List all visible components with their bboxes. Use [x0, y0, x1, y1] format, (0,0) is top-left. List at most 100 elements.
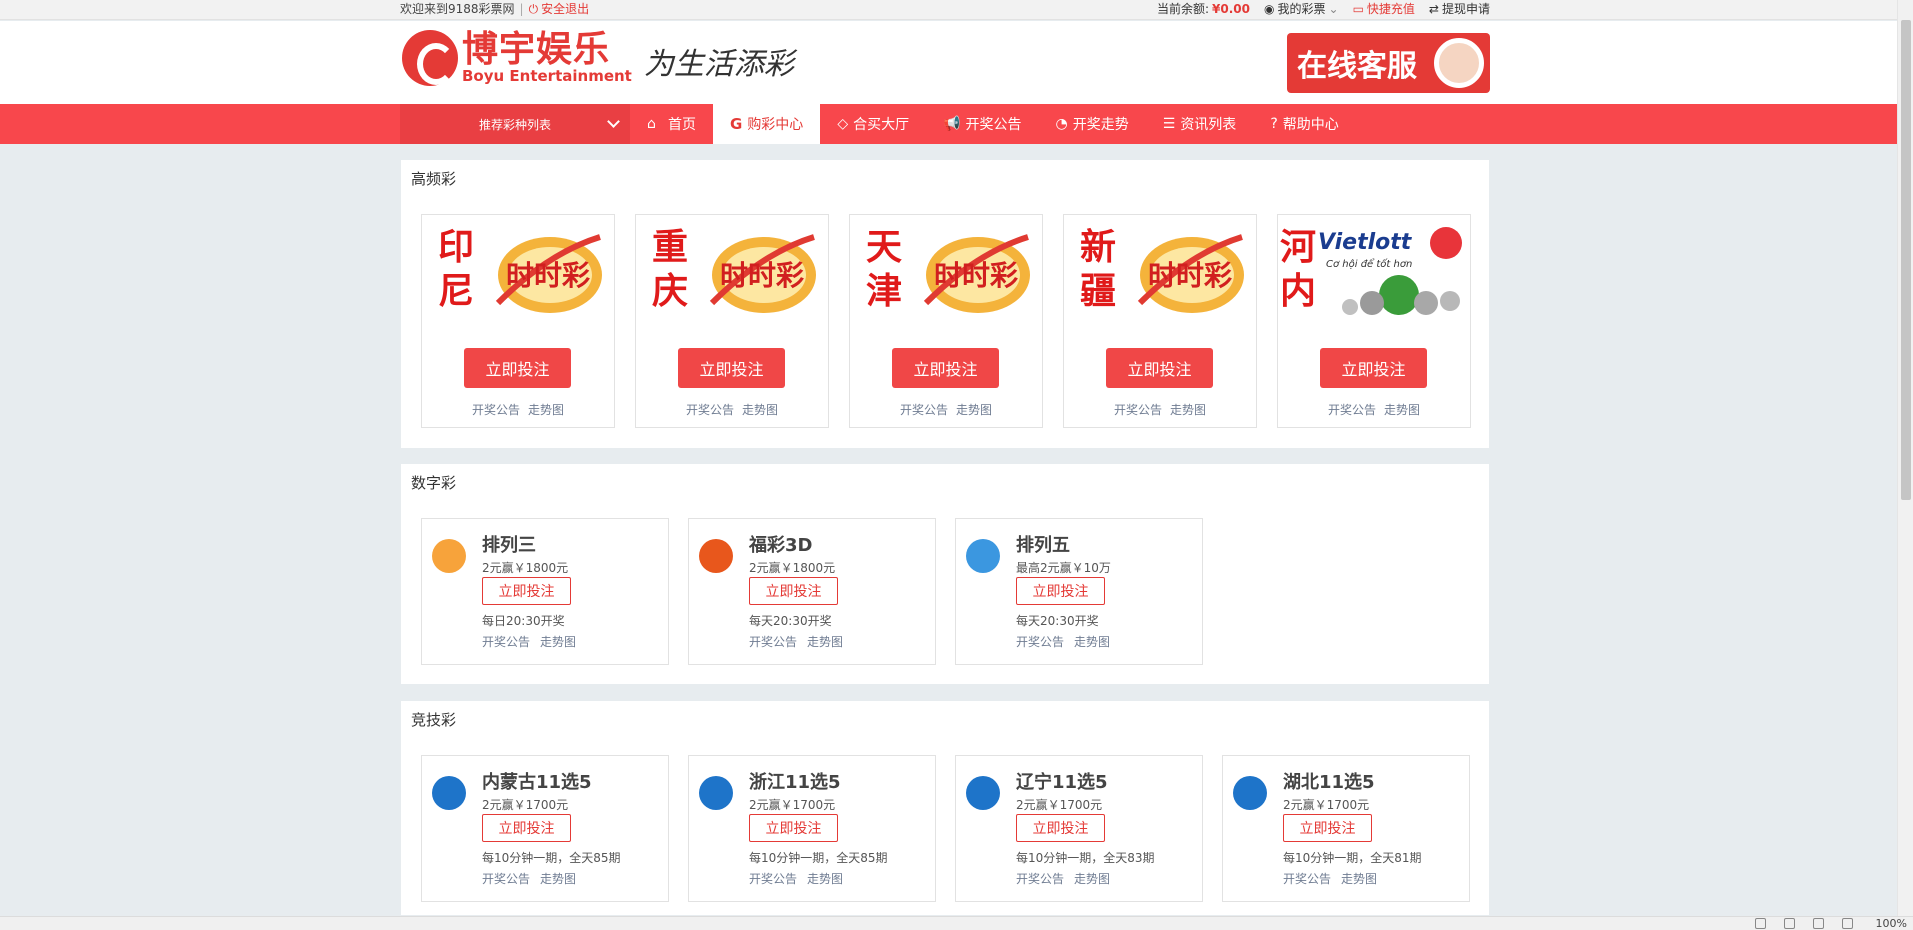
bet-now-button[interactable]: 立即投注 [678, 348, 785, 388]
trend-chart-link[interactable]: 走势图 [528, 403, 564, 417]
bet-now-button[interactable]: 立即投注 [1016, 577, 1105, 605]
draw-notice-link[interactable]: 开奖公告 [1328, 403, 1376, 417]
lottery-price: 2元赢￥1800元 [482, 561, 569, 575]
lottery-name: 重庆 [652, 226, 689, 312]
bet-now-button[interactable]: 立即投注 [892, 348, 999, 388]
speaker-icon[interactable] [1813, 918, 1824, 929]
svg-text:时时彩: 时时彩 [934, 259, 1018, 292]
draw-notice-link[interactable]: 开奖公告 [1016, 635, 1064, 649]
site-header: 博宇娱乐 Boyu Entertainment 为生活添彩 在线客服 [0, 21, 1897, 104]
zoom-level[interactable]: 100% [1876, 917, 1907, 930]
trend-chart-link[interactable]: 走势图 [540, 635, 576, 649]
draw-notice-link[interactable]: 开奖公告 [749, 635, 797, 649]
logout-link[interactable]: ⏻ 安全退出 [529, 0, 590, 19]
nav-draw-notice[interactable]: 📢 开奖公告 [926, 104, 1038, 144]
moon-icon[interactable] [1755, 918, 1766, 929]
site-logo[interactable]: 博宇娱乐 Boyu Entertainment 为生活添彩 [402, 30, 794, 86]
draw-notice-link[interactable]: 开奖公告 [482, 635, 530, 649]
ssc-logo-icon[interactable]: 时时彩 [702, 223, 820, 323]
pl5-logo-icon[interactable] [966, 539, 1000, 573]
lottery-title: 排列五 [1016, 535, 1070, 556]
vietlott-logo-icon[interactable]: Vietlott Cơ hội để tốt hơn [1314, 223, 1464, 323]
my-lottery-menu[interactable]: ◉ 我的彩票 ⌄ [1264, 0, 1339, 19]
trend-chart-link[interactable]: 走势图 [1074, 635, 1110, 649]
trend-chart-link[interactable]: 走势图 [807, 635, 843, 649]
chevron-down-icon: ⌄ [1328, 2, 1339, 16]
11x5-logo-icon[interactable] [966, 776, 1000, 810]
bet-now-button[interactable]: 立即投注 [749, 577, 838, 605]
bet-now-button[interactable]: 立即投注 [1016, 814, 1105, 842]
trend-chart-link[interactable]: 走势图 [540, 872, 576, 886]
lottery-name: 河内 [1280, 226, 1317, 312]
bet-now-button[interactable]: 立即投注 [1283, 814, 1372, 842]
ssc-logo-icon[interactable]: 时时彩 [916, 223, 1034, 323]
brand-name: 博宇娱乐 [462, 29, 611, 70]
online-service-button[interactable]: 在线客服 [1287, 33, 1490, 93]
lottery-price: 2元赢￥1700元 [1283, 798, 1370, 812]
nav-help[interactable]: ? 帮助中心 [1253, 104, 1355, 144]
11x5-logo-icon[interactable] [432, 776, 466, 810]
bet-now-button[interactable]: 立即投注 [1106, 348, 1213, 388]
lottery-title: 内蒙古11选5 [482, 772, 592, 793]
draw-notice-link[interactable]: 开奖公告 [482, 872, 530, 886]
diamond-icon: ◇ [837, 116, 849, 132]
bet-now-button[interactable]: 立即投注 [464, 348, 571, 388]
trend-chart-link[interactable]: 走势图 [1074, 872, 1110, 886]
draw-time: 每10分钟一期，全天83期 [1016, 851, 1155, 865]
svg-text:Cơ hội để tốt hơn: Cơ hội để tốt hơn [1326, 257, 1412, 270]
trend-chart-link[interactable]: 走势图 [1384, 403, 1420, 417]
recharge-link[interactable]: ▭ 快捷充值 [1353, 0, 1415, 19]
draw-notice-link[interactable]: 开奖公告 [1283, 872, 1331, 886]
lottery-card: 湖北11选5 2元赢￥1700元 立即投注 每10分钟一期，全天81期 开奖公告… [1222, 755, 1470, 902]
pl3-logo-icon[interactable] [432, 539, 466, 573]
11x5-logo-icon[interactable] [699, 776, 733, 810]
lottery-list-dropdown[interactable]: 推荐彩种列表 [400, 104, 630, 144]
bet-now-button[interactable]: 立即投注 [1320, 348, 1427, 388]
section-digital: 数字彩 排列三 2元赢￥1800元 立即投注 每日20:30开奖 开奖公告 走势图… [401, 464, 1489, 684]
nav-lottery-center[interactable]: G 购彩中心 [713, 104, 821, 144]
g-icon: G [730, 115, 743, 133]
lottery-card: 排列三 2元赢￥1800元 立即投注 每日20:30开奖 开奖公告 走势图 [421, 518, 669, 665]
trend-chart-link[interactable]: 走势图 [1170, 403, 1206, 417]
bet-now-button[interactable]: 立即投注 [482, 814, 571, 842]
balance: 当前余额: ¥0.00 [1157, 0, 1250, 19]
pie-chart-icon: ◔ [1055, 116, 1068, 132]
draw-notice-link[interactable]: 开奖公告 [686, 403, 734, 417]
lottery-title: 排列三 [482, 535, 536, 556]
browser-status-bar: 100% [0, 916, 1913, 930]
section-title: 高频彩 [411, 170, 457, 188]
lottery-card: 辽宁11选5 2元赢￥1700元 立即投注 每10分钟一期，全天83期 开奖公告… [955, 755, 1203, 902]
nav-home[interactable]: ⌂ 首页 [630, 104, 713, 144]
vertical-scrollbar[interactable] [1897, 0, 1913, 916]
withdraw-link[interactable]: ⇄ 提现申请 [1429, 0, 1490, 19]
11x5-logo-icon[interactable] [1233, 776, 1267, 810]
bet-now-button[interactable]: 立即投注 [482, 577, 571, 605]
bet-now-button[interactable]: 立即投注 [749, 814, 838, 842]
megaphone-icon: 📢 [943, 116, 961, 132]
nav-news[interactable]: ☰ 资讯列表 [1146, 104, 1254, 144]
draw-notice-link[interactable]: 开奖公告 [1114, 403, 1162, 417]
nav-group-buy[interactable]: ◇ 合买大厅 [820, 104, 926, 144]
trend-chart-link[interactable]: 走势图 [742, 403, 778, 417]
lottery-name: 天津 [866, 226, 903, 312]
draw-notice-link[interactable]: 开奖公告 [1016, 872, 1064, 886]
draw-notice-link[interactable]: 开奖公告 [900, 403, 948, 417]
lottery-price: 2元赢￥1700元 [749, 798, 836, 812]
nav-trend[interactable]: ◔ 开奖走势 [1039, 104, 1146, 144]
ssc-logo-icon[interactable]: 时时彩 [488, 223, 606, 323]
ssc-logo-icon[interactable]: 时时彩 [1130, 223, 1248, 323]
brand-name-en: Boyu Entertainment [462, 67, 632, 85]
slogan: 为生活添彩 [643, 47, 794, 82]
trend-chart-link[interactable]: 走势图 [956, 403, 992, 417]
fc3d-logo-icon[interactable] [699, 539, 733, 573]
draw-notice-link[interactable]: 开奖公告 [749, 872, 797, 886]
scrollbar-thumb[interactable] [1901, 20, 1911, 500]
draw-notice-link[interactable]: 开奖公告 [472, 403, 520, 417]
lottery-card: 浙江11选5 2元赢￥1700元 立即投注 每10分钟一期，全天85期 开奖公告… [688, 755, 936, 902]
zoom-in-icon[interactable] [1842, 918, 1853, 929]
print-icon[interactable] [1784, 918, 1795, 929]
trend-chart-link[interactable]: 走势图 [1341, 872, 1377, 886]
service-avatar-icon [1434, 38, 1484, 88]
trend-chart-link[interactable]: 走势图 [807, 872, 843, 886]
lottery-price: 2元赢￥1700元 [482, 798, 569, 812]
